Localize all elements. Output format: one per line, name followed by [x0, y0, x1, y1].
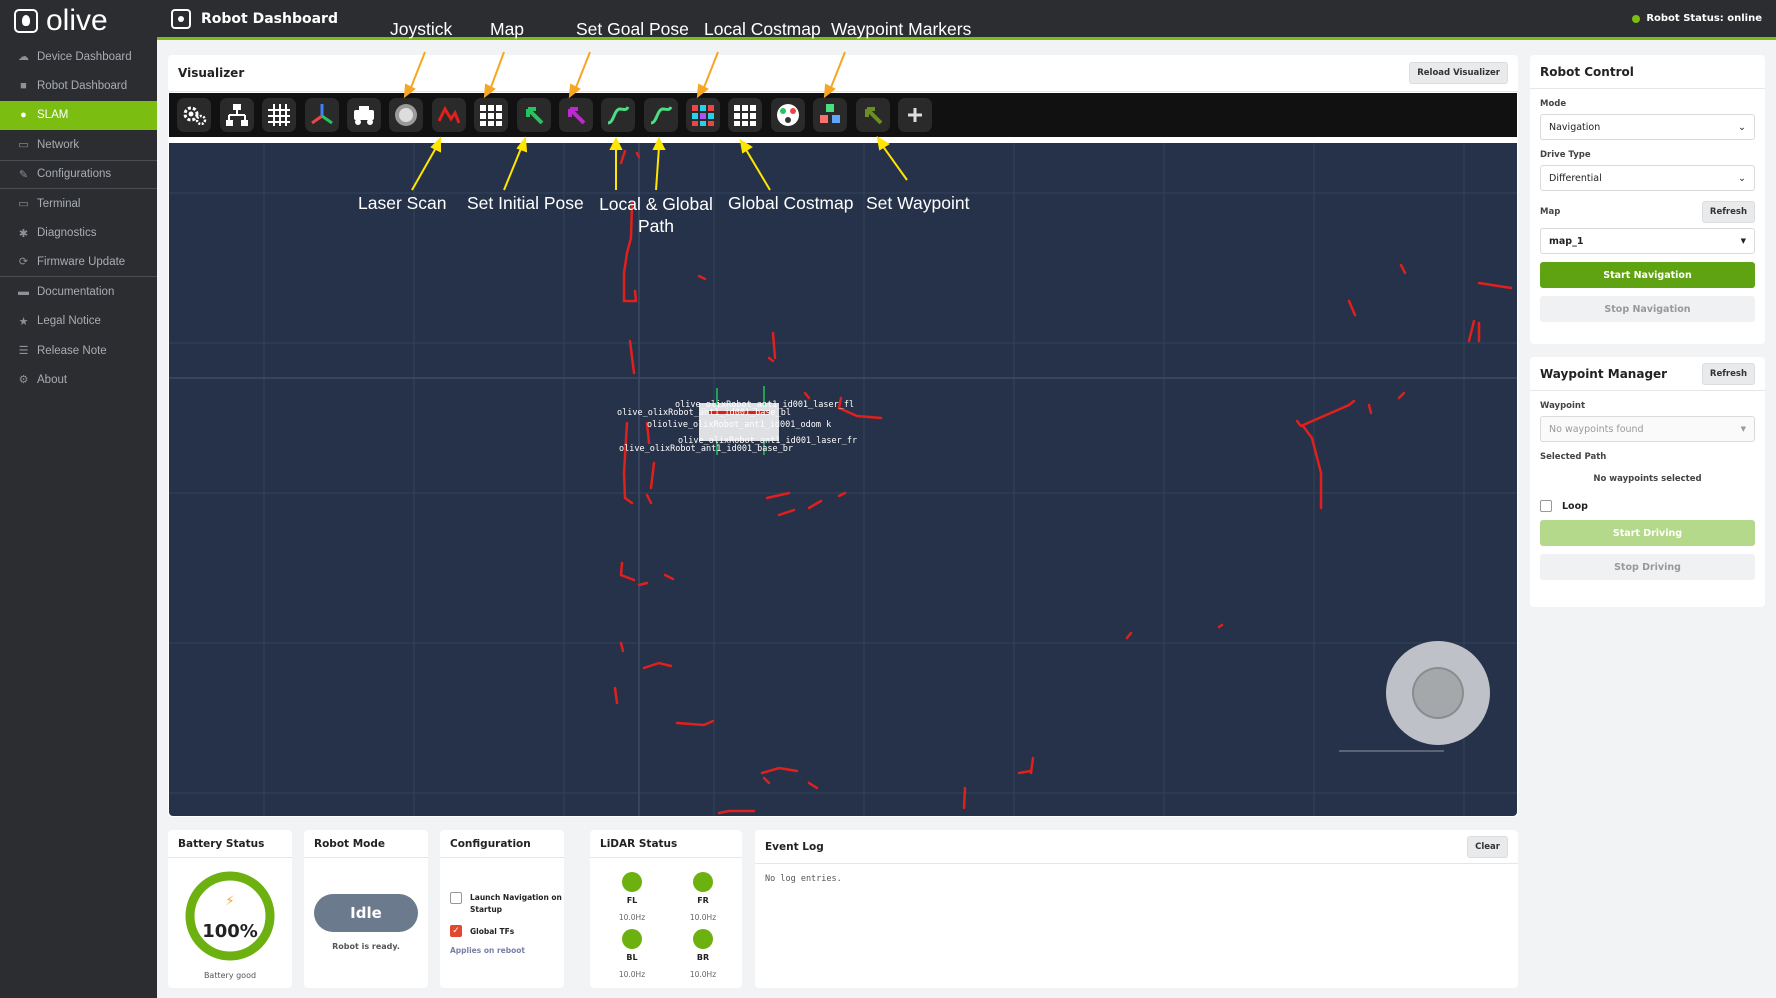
map-refresh-button[interactable]: Refresh: [1701, 201, 1755, 223]
lidar-hz: 10.0Hz: [689, 913, 717, 922]
lidar-fl: FL 10.0Hz: [607, 872, 657, 922]
annotation-local-global-path: Local & Global Path: [596, 193, 716, 237]
battery-percent: 100%: [202, 921, 258, 942]
stop-driving-button[interactable]: Stop Driving: [1540, 554, 1755, 580]
lidar-name: FR: [697, 896, 709, 905]
clear-log-button[interactable]: Clear: [1467, 835, 1508, 858]
configuration-title: Configuration: [440, 830, 564, 858]
caret-down-icon: ▼: [1740, 425, 1746, 433]
waypoint-label: Waypoint: [1540, 401, 1586, 411]
annotation-global-costmap: Global Costmap: [728, 193, 854, 213]
mode-value: Navigation: [1549, 121, 1601, 133]
lidar-name: FL: [626, 896, 638, 905]
event-log-header: Event Log Clear: [755, 830, 1518, 864]
waypoint-manager-title: Waypoint Manager: [1540, 366, 1668, 381]
lidar-status-title: LiDAR Status: [590, 830, 742, 858]
robot-mode-status: Robot is ready.: [332, 942, 400, 951]
loop-checkbox[interactable]: [1540, 500, 1552, 512]
configuration-card: Configuration Launch Navigation on Start…: [440, 830, 564, 988]
waypoint-manager-panel: Waypoint Manager Refresh Waypoint No wayp…: [1530, 357, 1765, 607]
global-tfs-option[interactable]: ✓ Global TFs: [450, 925, 514, 937]
robot-mode-title: Robot Mode: [304, 830, 428, 858]
lidar-bl: BL 10.0Hz: [607, 929, 657, 979]
config-note: Applies on reboot: [450, 946, 525, 955]
launch-nav-label-1: Launch Navigation on: [470, 893, 562, 902]
waypoint-refresh-button[interactable]: Refresh: [1701, 362, 1755, 385]
bolt-icon: ⚡: [225, 894, 234, 909]
lidar-name: BR: [696, 953, 710, 962]
mode-select[interactable]: Navigation ⌄: [1540, 114, 1755, 140]
map-value: map_1: [1549, 235, 1584, 247]
lidar-hz: 10.0Hz: [618, 970, 646, 979]
annotation-line: Path: [638, 216, 674, 236]
map-select[interactable]: map_1 ▼: [1540, 228, 1755, 254]
mode-label: Mode: [1540, 99, 1567, 109]
lidar-hz: 10.0Hz: [618, 913, 646, 922]
lidar-fr: FR 10.0Hz: [678, 872, 728, 922]
robot-control-header: Robot Control: [1530, 55, 1765, 89]
loop-option[interactable]: Loop: [1540, 500, 1755, 512]
lidar-status-dot: [622, 872, 642, 892]
chevron-down-icon: ⌄: [1738, 121, 1746, 133]
battery-title: Battery Status: [168, 830, 292, 858]
lidar-status-dot: [622, 929, 642, 949]
loop-label: Loop: [1562, 500, 1588, 512]
event-log-empty: No log entries.: [765, 874, 842, 884]
global-tfs-checkbox[interactable]: ✓: [450, 925, 462, 937]
annotation-line: Local & Global: [599, 194, 713, 214]
lidar-name: BL: [626, 953, 638, 962]
drive-type-select[interactable]: Differential ⌄: [1540, 165, 1755, 191]
annotation-set-initial-pose: Set Initial Pose: [467, 193, 584, 213]
annotation-laser-scan: Laser Scan: [358, 193, 447, 213]
robot-mode-card: Robot Mode Idle Robot is ready.: [304, 830, 428, 988]
lidar-hz: 10.0Hz: [689, 970, 717, 979]
lidar-status-dot: [693, 929, 713, 949]
event-log-card: Event Log Clear No log entries.: [755, 830, 1518, 988]
drive-type-label: Drive Type: [1540, 150, 1591, 160]
map-label: Map: [1540, 207, 1561, 217]
lidar-status-card: LiDAR Status FL 10.0Hz FR 10.0Hz BL 10.0Hz …: [590, 830, 742, 988]
waypoint-placeholder: No waypoints found: [1549, 423, 1644, 435]
waypoint-select[interactable]: No waypoints found ▼: [1540, 416, 1755, 442]
lidar-br: BR 10.0Hz: [678, 929, 728, 979]
global-tfs-label: Global TFs: [470, 926, 515, 936]
stop-navigation-button[interactable]: Stop Navigation: [1540, 296, 1755, 322]
selected-path-value: No waypoints selected: [1593, 474, 1702, 484]
launch-nav-label-2: Startup: [470, 905, 503, 914]
waypoint-manager-header: Waypoint Manager Refresh: [1530, 357, 1765, 391]
battery-card: Battery Status ⚡ 100% Battery good: [168, 830, 292, 988]
robot-control-panel: Robot Control Mode Navigation ⌄ Drive Typ…: [1530, 55, 1765, 344]
drive-type-value: Differential: [1549, 172, 1602, 184]
start-driving-button[interactable]: Start Driving: [1540, 520, 1755, 546]
battery-status: Battery good: [203, 971, 257, 980]
caret-down-icon: ▼: [1740, 237, 1746, 245]
start-navigation-button[interactable]: Start Navigation: [1540, 262, 1755, 288]
launch-nav-checkbox[interactable]: [450, 892, 462, 904]
selected-path-label: Selected Path: [1540, 452, 1607, 462]
launch-nav-option[interactable]: Launch Navigation on Startup: [450, 892, 562, 916]
annotation-set-waypoint: Set Waypoint: [866, 193, 970, 213]
event-log-title: Event Log: [765, 840, 824, 853]
chevron-down-icon: ⌄: [1738, 172, 1746, 184]
lidar-status-dot: [693, 872, 713, 892]
battery-gauge: ⚡: [185, 871, 275, 961]
robot-mode-badge: Idle: [314, 894, 418, 932]
robot-control-title: Robot Control: [1540, 64, 1634, 79]
